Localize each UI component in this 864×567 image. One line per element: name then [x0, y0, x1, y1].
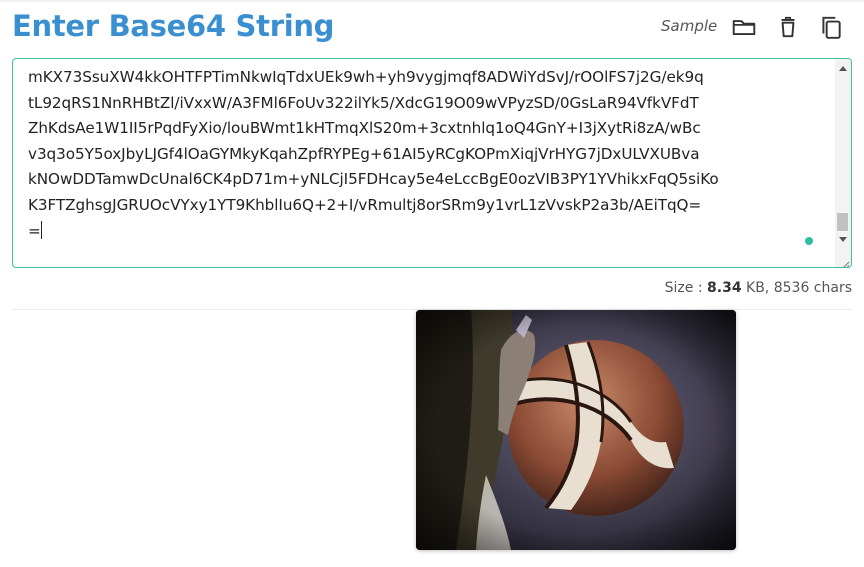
page-title: Enter Base64 String: [12, 9, 335, 43]
decoded-image-preview: [416, 310, 736, 550]
sample-link[interactable]: Sample: [661, 17, 717, 35]
size-label: Size :: [664, 280, 703, 296]
trash-icon[interactable]: [775, 14, 801, 40]
scroll-down-arrow-icon[interactable]: [839, 237, 847, 242]
editor-line-1: mKX73SsuXW4kkOHTFPTimNkwIqTdxUEk9wh+yh9v…: [28, 68, 704, 86]
editor-line-3: ZhKdsAe1W1II5rPqdFyXio/louBWmt1kHTmqXlS2…: [28, 119, 701, 138]
text-caret: [40, 220, 42, 239]
editor-line-5: kNOwDDTamwDcUnal6CK4pD71m+yNLCjI5FDHcay5…: [28, 170, 719, 189]
size-info: Size : 8.34 KB, 8536 chars: [665, 280, 852, 296]
status-dot: [805, 237, 813, 245]
header: Enter Base64 String Sample: [12, 8, 852, 52]
char-count: 8536 chars: [773, 280, 852, 296]
editor-line-4: v3q3o5Y5oxJbyLJGf4lOaGYMkyKqahZpfRYPEg+6…: [28, 144, 700, 163]
resize-grip-icon[interactable]: [839, 255, 850, 267]
base64-textarea[interactable]: mKX73SsuXW4kkOHTFPTimNkwIqTdxUEk9wh+yh9v…: [12, 58, 852, 268]
copy-icon[interactable]: [818, 14, 844, 40]
size-unit: KB,: [746, 280, 770, 296]
top-border: [0, 0, 864, 2]
folder-open-icon[interactable]: [731, 14, 757, 40]
scroll-up-arrow-icon[interactable]: [839, 66, 847, 71]
basketball-photo: [416, 310, 736, 550]
editor-line-6: K3FTZghsgJGRUOcVYxy1YT9KhblIu6Q+2+I/vRmu…: [28, 195, 702, 214]
vertical-scrollbar[interactable]: [835, 59, 851, 267]
size-value: 8.34: [707, 280, 742, 296]
scroll-thumb[interactable]: [837, 213, 848, 231]
base64-text: mKX73SsuXW4kkOHTFPTimNkwIqTdxUEk9wh+yh9v…: [28, 65, 836, 265]
editor-line-7: =: [28, 221, 41, 240]
editor-line-2: tL92qRS1NnRHBtZl/iVxxW/A3FMl6FoUv322ilYk…: [28, 93, 699, 112]
